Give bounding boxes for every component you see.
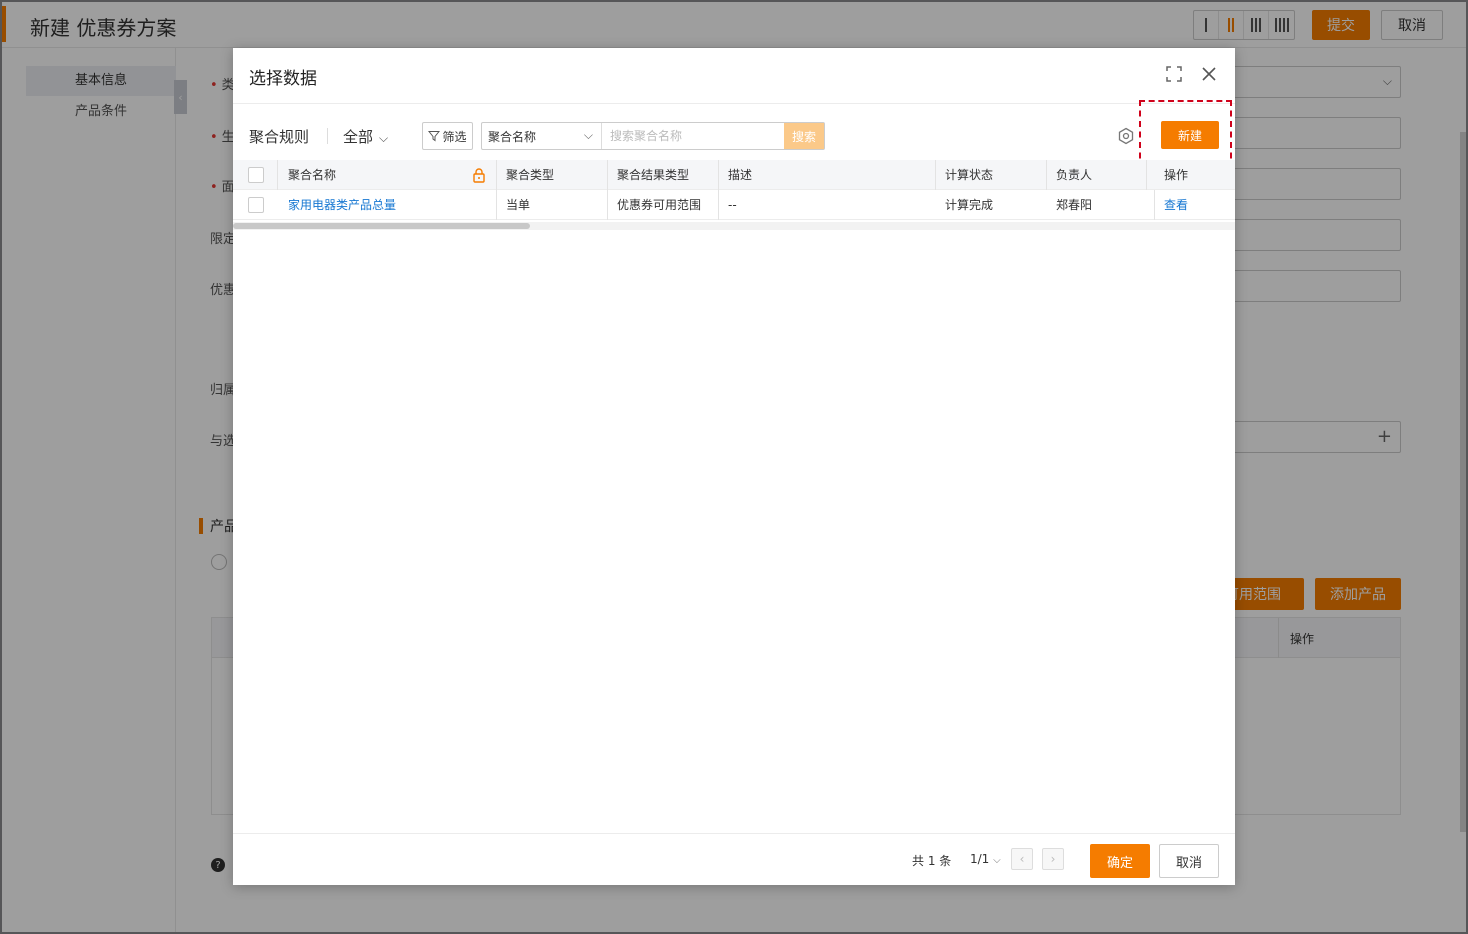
select-all-checkbox[interactable] (248, 167, 264, 183)
row-result-type: 优惠券可用范围 (617, 198, 702, 212)
prev-page-icon[interactable]: ‹ (1011, 848, 1033, 870)
column-header-action: 操作 (1164, 168, 1189, 182)
filter-button[interactable]: 筛选 (422, 122, 473, 150)
dialog-footer: 共 1 条 1/1 ⌵ ‹ › 确定 取消 (233, 833, 1235, 885)
toolbar-divider (327, 128, 328, 144)
column-header-description[interactable]: 描述 (728, 160, 752, 190)
dialog-title: 选择数据 (249, 69, 317, 89)
view-selector[interactable]: 全部 ⌵ (343, 126, 388, 147)
close-icon[interactable] (1199, 64, 1219, 84)
filter-icon (428, 131, 441, 142)
column-header-name[interactable]: 聚合名称 (288, 160, 336, 190)
row-checkbox[interactable] (248, 197, 264, 213)
new-button[interactable]: 新建 (1161, 121, 1219, 149)
view-selector-label: 全部 (343, 128, 374, 146)
search-field-select[interactable]: 聚合名称 ⌵ (482, 123, 602, 149)
table-header-row: 聚合名称 聚合类型 聚合结果类型 描述 计算状态 负责人 操作 (233, 160, 1235, 190)
chevron-down-icon: ⌵ (583, 128, 593, 142)
chevron-down-icon: ⌵ (993, 855, 1001, 866)
page-indicator: 1/1 (970, 852, 990, 866)
settings-icon[interactable] (1117, 127, 1135, 145)
column-header-result-type[interactable]: 聚合结果类型 (617, 160, 689, 190)
search-group: 聚合名称 ⌵ 搜索 (481, 122, 825, 150)
dialog-header: 选择数据 (233, 48, 1235, 104)
scrollbar-thumb[interactable] (233, 223, 530, 229)
fullscreen-icon[interactable] (1165, 65, 1183, 83)
next-page-icon[interactable]: › (1042, 848, 1064, 870)
column-header-owner[interactable]: 负责人 (1056, 160, 1092, 190)
row-owner: 郑春阳 (1056, 198, 1093, 212)
filter-label: 筛选 (442, 129, 467, 144)
search-button[interactable]: 搜索 (784, 123, 824, 149)
dialog-cancel-button[interactable]: 取消 (1159, 844, 1219, 878)
data-table: 聚合名称 聚合类型 聚合结果类型 描述 计算状态 负责人 操作 家用电器类产品总… (233, 160, 1235, 230)
dialog-toolbar: 聚合规则 全部 ⌵ 筛选 聚合名称 ⌵ 搜索 新建 (233, 104, 1235, 160)
row-type: 当单 (506, 198, 531, 212)
column-header-status[interactable]: 计算状态 (945, 160, 993, 190)
pagination-total: 共 1 条 (912, 854, 952, 868)
search-input[interactable] (602, 123, 784, 149)
table-row[interactable]: 家用电器类产品总量 当单 优惠券可用范围 -- 计算完成 郑春阳 查看 (233, 190, 1235, 220)
lock-icon (473, 168, 485, 183)
pagination-page-select[interactable]: 1/1 ⌵ (970, 852, 1001, 866)
column-header-type[interactable]: 聚合类型 (506, 160, 554, 190)
table-horizontal-scrollbar[interactable] (233, 222, 1235, 230)
confirm-button[interactable]: 确定 (1090, 844, 1150, 878)
row-status: 计算完成 (945, 198, 994, 212)
select-data-dialog: 选择数据 聚合规则 全部 ⌵ 筛选 聚合名称 ⌵ 搜索 新建 (233, 48, 1235, 885)
chevron-down-icon: ⌵ (379, 131, 389, 145)
object-label: 聚合规则 (249, 128, 310, 146)
row-name-link[interactable]: 家用电器类产品总量 (288, 190, 396, 220)
view-link[interactable]: 查看 (1164, 190, 1188, 220)
row-description: -- (728, 198, 737, 212)
search-field-label: 聚合名称 (488, 129, 537, 144)
